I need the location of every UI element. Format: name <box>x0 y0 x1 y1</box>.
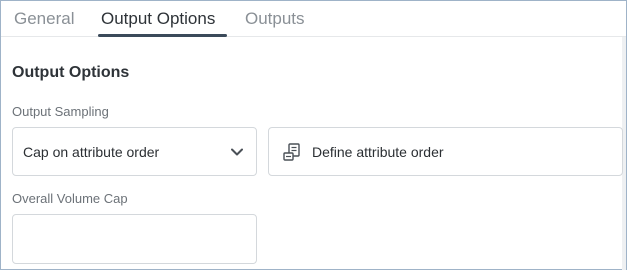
tab-outputs[interactable]: Outputs <box>245 9 305 29</box>
panel-frame: General Output Options Outputs Output Op… <box>0 0 627 270</box>
overall-volume-cap-label: Overall Volume Cap <box>12 191 128 206</box>
tab-bar: General Output Options Outputs <box>1 1 626 37</box>
output-sampling-select[interactable]: Cap on attribute order <box>12 127 257 176</box>
define-attribute-order-label: Define attribute order <box>312 143 444 160</box>
chevron-down-icon <box>230 145 244 159</box>
overall-volume-cap-input[interactable] <box>12 214 257 264</box>
define-attribute-order-button[interactable]: Define attribute order <box>268 127 623 176</box>
output-sampling-label: Output Sampling <box>12 104 109 119</box>
output-sampling-value: Cap on attribute order <box>23 143 160 160</box>
tab-output-options[interactable]: Output Options <box>101 9 215 29</box>
section-title: Output Options <box>12 64 130 81</box>
attribute-order-icon <box>282 141 304 163</box>
tab-general[interactable]: General <box>14 9 74 29</box>
active-tab-indicator <box>98 34 227 37</box>
